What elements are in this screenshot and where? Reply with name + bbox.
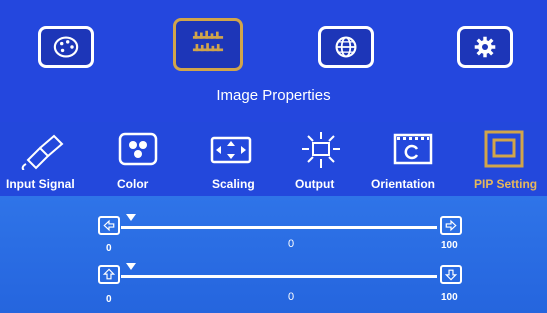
sub-item-scaling[interactable]: Scaling: [212, 177, 255, 191]
slider-1-marker[interactable]: [126, 214, 136, 221]
up-arrow-icon[interactable]: [98, 265, 120, 284]
slider-2-min: 0: [106, 294, 112, 305]
slider-2-track[interactable]: [121, 275, 437, 278]
output-icon[interactable]: [298, 130, 344, 170]
orientation-icon[interactable]: [390, 130, 436, 170]
sub-item-input-signal[interactable]: Input Signal: [6, 177, 75, 191]
color-icon[interactable]: [117, 130, 159, 170]
image-properties-icon[interactable]: [173, 18, 243, 71]
scaling-icon[interactable]: [208, 130, 254, 170]
globe-icon[interactable]: [318, 26, 374, 68]
slider-2-marker[interactable]: [126, 263, 136, 270]
sub-item-output[interactable]: Output: [295, 177, 334, 191]
pip-icon[interactable]: [484, 130, 524, 170]
sub-item-orientation[interactable]: Orientation: [371, 177, 435, 191]
gear-icon[interactable]: [457, 26, 513, 68]
submenu-row: Input Signal Color Scaling Output Orient…: [0, 122, 547, 196]
slider-1-track[interactable]: [121, 226, 437, 229]
down-arrow-icon[interactable]: [440, 265, 462, 284]
adjustment-panel: 0 0 100 0 0 100: [0, 196, 547, 313]
palette-icon[interactable]: [38, 26, 94, 68]
top-menu-bar: Image Properties: [0, 0, 547, 122]
slider-1-min: 0: [106, 243, 112, 254]
right-arrow-icon[interactable]: [440, 216, 462, 235]
slider-2-max: 100: [441, 292, 458, 303]
menu-title: Image Properties: [216, 87, 331, 104]
slider-1-max: 100: [441, 240, 458, 251]
slider-2-value: 0: [288, 291, 295, 303]
hdmi-cable-icon[interactable]: [20, 130, 70, 171]
left-arrow-icon[interactable]: [98, 216, 120, 235]
sub-item-pip-setting[interactable]: PIP Setting: [474, 177, 537, 191]
slider-1-value: 0: [288, 238, 295, 250]
sub-item-color[interactable]: Color: [117, 177, 148, 191]
